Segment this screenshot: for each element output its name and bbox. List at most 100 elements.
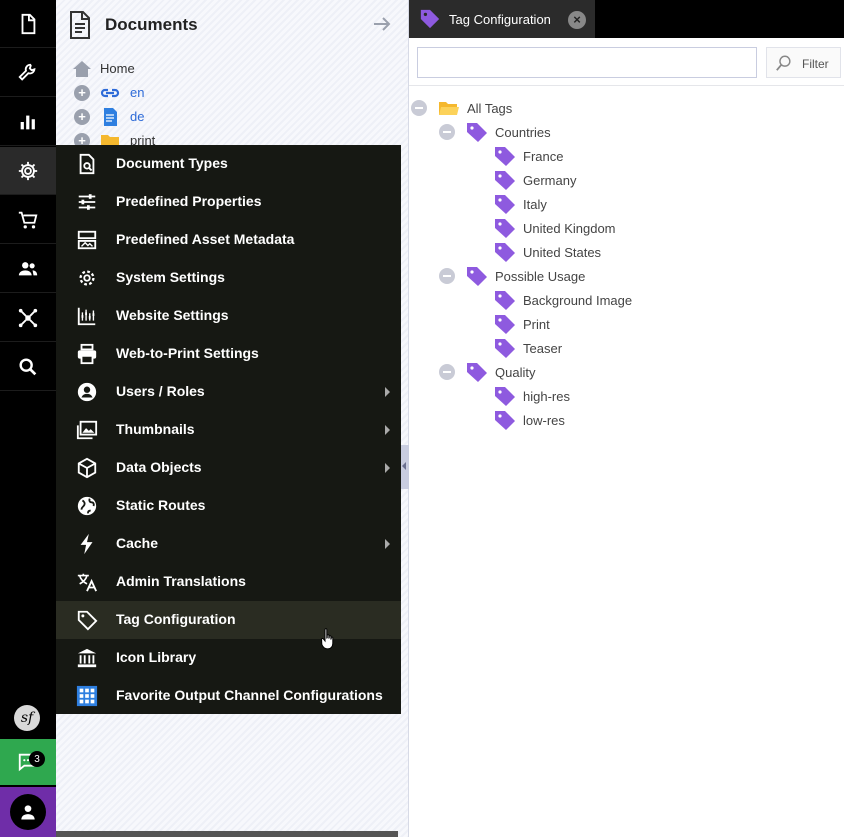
tag-icon — [467, 123, 487, 142]
main-nav-rail: sf 3 — [0, 0, 56, 837]
collapse-icon[interactable] — [439, 364, 455, 380]
nav-ecommerce-button[interactable] — [0, 196, 56, 244]
tag-item[interactable]: Germany — [409, 168, 709, 192]
expand-icon[interactable]: + — [74, 85, 90, 101]
tag-icon — [495, 339, 515, 358]
tag-icon — [420, 9, 440, 29]
arrow-right-icon[interactable] — [372, 14, 392, 34]
filter-toolbar: Filter — [409, 38, 844, 86]
submenu-arrow-icon — [385, 463, 390, 473]
tag-item[interactable]: Background Image — [409, 288, 709, 312]
tag-icon — [495, 387, 515, 406]
translate-icon — [76, 571, 98, 593]
library-icon — [76, 647, 98, 669]
app-root: sf 3 Documents Home + en + de + print Do… — [0, 0, 844, 837]
nav-settings-button[interactable] — [0, 147, 56, 195]
user-icon — [21, 805, 35, 820]
gear-icon — [18, 161, 38, 180]
bar-chart-icon — [20, 115, 35, 129]
wrench-icon — [18, 63, 36, 81]
nav-reports-button[interactable] — [0, 98, 56, 146]
tag-item[interactable]: United Kingdom — [409, 216, 709, 240]
nav-datahub-button[interactable] — [0, 294, 56, 342]
collapse-icon[interactable] — [411, 100, 427, 116]
tag-icon — [495, 243, 515, 262]
close-icon[interactable]: × — [568, 11, 586, 29]
tag-item[interactable]: Teaser — [409, 336, 709, 360]
home-icon — [73, 61, 91, 77]
tag-item[interactable]: France — [409, 144, 709, 168]
menu-item-data-objects[interactable]: Data Objects — [56, 449, 401, 487]
search-icon — [19, 357, 37, 375]
symfony-logo-icon[interactable]: sf — [14, 705, 40, 731]
document-types-icon — [76, 153, 98, 175]
panel-collapse-handle[interactable] — [400, 445, 409, 489]
tag-icon — [467, 267, 487, 286]
collapse-icon[interactable] — [439, 124, 455, 140]
tab-tag-configuration[interactable]: Tag Configuration × — [409, 0, 595, 38]
tag-icon — [495, 219, 515, 238]
user-profile-button[interactable] — [0, 787, 56, 837]
document-icon — [21, 13, 36, 34]
notifications-button[interactable]: 3 — [0, 739, 56, 785]
submenu-arrow-icon — [385, 387, 390, 397]
cube-icon — [76, 457, 98, 479]
settings-menu: Document Types Predefined Properties Pre… — [56, 145, 401, 714]
document-icon — [70, 11, 90, 39]
menu-item-predefined-properties[interactable]: Predefined Properties — [56, 183, 401, 221]
menu-item-website-settings[interactable]: Website Settings — [56, 297, 401, 335]
user-circle-icon — [76, 381, 98, 403]
documents-panel-title: Documents — [105, 15, 198, 34]
page-icon — [104, 108, 117, 126]
hand-cursor-icon — [321, 628, 334, 650]
search-icon — [776, 55, 791, 71]
tag-item[interactable]: high-res — [409, 384, 709, 408]
nav-documents-button[interactable] — [0, 0, 56, 48]
tag-item[interactable]: low-res — [409, 408, 709, 432]
menu-item-icon-library[interactable]: Icon Library — [56, 639, 401, 677]
menu-item-document-types[interactable]: Document Types — [56, 145, 401, 183]
cart-icon — [18, 211, 38, 229]
menu-item-admin-translations[interactable]: Admin Translations — [56, 563, 401, 601]
lightning-icon — [76, 533, 98, 555]
tag-icon — [495, 315, 515, 334]
menu-item-cache[interactable]: Cache — [56, 525, 401, 563]
tag-tree-root[interactable]: All Tags — [409, 96, 709, 120]
tag-group-possible-usage[interactable]: Possible Usage — [409, 264, 709, 288]
menu-item-predefined-asset-metadata[interactable]: Predefined Asset Metadata — [56, 221, 401, 259]
menu-item-users-roles[interactable]: Users / Roles — [56, 373, 401, 411]
tag-icon — [495, 171, 515, 190]
menu-item-thumbnails[interactable]: Thumbnails — [56, 411, 401, 449]
tag-item[interactable]: Print — [409, 312, 709, 336]
filter-button[interactable]: Filter — [766, 47, 841, 78]
tag-icon — [495, 291, 515, 310]
link-icon — [100, 88, 120, 98]
users-icon — [18, 261, 38, 275]
tag-group-quality[interactable]: Quality — [409, 360, 709, 384]
gear-icon — [76, 267, 98, 289]
tag-icon — [495, 195, 515, 214]
menu-item-favorite-output-channel-configurations[interactable]: Favorite Output Channel Configurations — [56, 677, 401, 715]
tag-icon — [467, 363, 487, 382]
avatar — [10, 794, 46, 830]
expand-icon[interactable]: + — [74, 109, 90, 125]
collapse-icon[interactable] — [439, 268, 455, 284]
tag-group-countries[interactable]: Countries — [409, 120, 709, 144]
tag-icon — [76, 609, 98, 631]
nav-search-button[interactable] — [0, 343, 56, 391]
filter-input[interactable] — [417, 47, 757, 78]
tag-item[interactable]: United States — [409, 240, 709, 264]
website-settings-icon — [76, 305, 98, 327]
grid-icon — [76, 685, 98, 707]
horizontal-scrollbar[interactable] — [56, 831, 398, 837]
tag-icon — [495, 147, 515, 166]
sliders-icon — [76, 191, 98, 213]
nav-tools-button[interactable] — [0, 49, 56, 97]
documents-panel-header: Documents — [56, 0, 409, 52]
nav-users-button[interactable] — [0, 245, 56, 293]
menu-item-web-to-print-settings[interactable]: Web-to-Print Settings — [56, 335, 401, 373]
menu-item-static-routes[interactable]: Static Routes — [56, 487, 401, 525]
menu-item-tag-configuration[interactable]: Tag Configuration — [56, 601, 401, 639]
tag-item[interactable]: Italy — [409, 192, 709, 216]
menu-item-system-settings[interactable]: System Settings — [56, 259, 401, 297]
